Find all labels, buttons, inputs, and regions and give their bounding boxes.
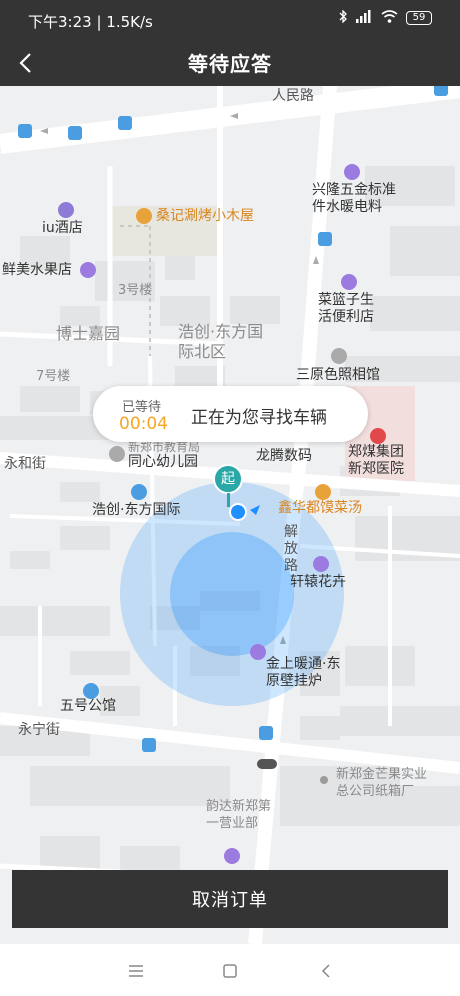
road-label-yongning: 永宁街 xyxy=(18,722,60,738)
nav-back-button[interactable] xyxy=(306,956,346,986)
poi-label-xinzheng-paper: 新郑金芒果实业总公司纸箱厂 xyxy=(336,767,428,799)
status-icons: 59 xyxy=(339,9,432,26)
wait-message: 正在为您寻找车辆 xyxy=(191,408,327,428)
camera-icon[interactable] xyxy=(331,348,347,364)
shop-icon[interactable] xyxy=(341,274,357,290)
shop-icon[interactable] xyxy=(344,164,360,180)
shop-icon[interactable] xyxy=(250,644,266,660)
bus-stop-icon[interactable] xyxy=(118,116,132,130)
start-marker-label: 起 xyxy=(213,464,243,494)
map-view[interactable]: 起 人民路 兴隆五金标准件水暖电料 iu酒店 桑记涮烤小木屋 鲜美水果店 3号楼… xyxy=(0,86,460,944)
poi-label-sanyuan: 三原色照相馆 xyxy=(296,367,380,383)
hospital-icon[interactable] xyxy=(370,428,386,444)
hotel-icon[interactable] xyxy=(58,202,74,218)
bluetooth-icon xyxy=(339,9,347,26)
bus-stop-icon[interactable] xyxy=(318,232,332,246)
page-title: 等待应答 xyxy=(188,52,272,76)
bus-stop-icon[interactable] xyxy=(18,124,32,138)
status-bar: 下午3:23 | 1.5K/s 59 xyxy=(0,0,460,40)
poi-label-longteng: 龙腾数码 xyxy=(256,448,312,464)
shop-icon[interactable] xyxy=(224,848,240,864)
road-label-jiefang: 解放路 xyxy=(284,524,298,574)
poi-label-xuanyuan: 轩辕花卉 xyxy=(290,574,346,590)
wait-timer: 00:04 xyxy=(119,414,168,434)
building-label-3: 3号楼 xyxy=(118,283,153,298)
building-label-7: 7号楼 xyxy=(36,369,71,384)
waiting-bubble: 已等待 00:04 正在为您寻找车辆 xyxy=(93,386,368,442)
poi-label-cailanzi: 菜篮子生活便利店 xyxy=(318,292,374,325)
restaurant-icon[interactable] xyxy=(315,484,331,500)
wait-label: 已等待 xyxy=(122,400,162,415)
menu-icon xyxy=(129,965,143,977)
cancel-order-button[interactable]: 取消订单 xyxy=(12,870,448,928)
system-nav-bar xyxy=(0,944,460,996)
bus-stop-icon[interactable] xyxy=(434,86,448,96)
road-label-renmin: 人民路 xyxy=(272,88,314,104)
poi-label-haochuang: 浩创·东方国际 xyxy=(92,502,181,518)
chevron-left-icon xyxy=(321,964,330,978)
poi-label-sangji: 桑记涮烤小木屋 xyxy=(156,208,254,224)
poi-label-jinshang: 金上暖通·东原壁挂炉 xyxy=(266,656,341,689)
poi-label-xinglong: 兴隆五金标准件水暖电料 xyxy=(312,182,396,215)
poi-label-iu-hotel: iu酒店 xyxy=(42,220,83,236)
home-button[interactable] xyxy=(210,956,250,986)
poi-label-xinhua: 鑫华都馍菜汤 xyxy=(278,500,362,516)
poi-label-yunda: 韵达新郑第一营业部 xyxy=(206,799,272,831)
bus-stop-icon[interactable] xyxy=(259,726,273,740)
signal-icon xyxy=(355,10,373,26)
bus-stop-icon[interactable] xyxy=(142,738,156,752)
poi-label-tongxin: 同心幼儿园 xyxy=(128,454,198,470)
poi-label-wuhao: 五号公馆 xyxy=(60,698,116,714)
school-icon[interactable] xyxy=(109,446,125,462)
building-icon[interactable] xyxy=(131,484,147,500)
shop-icon[interactable] xyxy=(80,262,96,278)
traffic-light-icon xyxy=(257,759,277,769)
home-square-icon xyxy=(223,964,237,978)
bus-stop-icon[interactable] xyxy=(68,126,82,140)
shop-icon[interactable] xyxy=(313,556,329,572)
start-marker: 起 xyxy=(213,464,243,510)
place-dot-icon xyxy=(320,776,328,784)
menu-button[interactable] xyxy=(116,956,156,986)
title-bar: 等待应答 xyxy=(0,40,460,86)
poi-label-zhengmei: 郑煤集团新郑医院 xyxy=(348,444,404,477)
wifi-icon xyxy=(381,10,398,26)
status-time: 下午3:23 | 1.5K/s xyxy=(28,13,153,31)
poi-label-xianmei: 鲜美水果店 xyxy=(2,262,72,278)
area-label-bosi: 博士嘉园 xyxy=(56,324,121,343)
area-label-haochuang-north: 浩创·东方国际北区 xyxy=(178,322,264,361)
building-icon[interactable] xyxy=(83,683,99,699)
road-label-yonghe: 永和街 xyxy=(4,456,46,472)
battery-icon: 59 xyxy=(406,11,432,25)
restaurant-icon[interactable] xyxy=(136,208,152,224)
